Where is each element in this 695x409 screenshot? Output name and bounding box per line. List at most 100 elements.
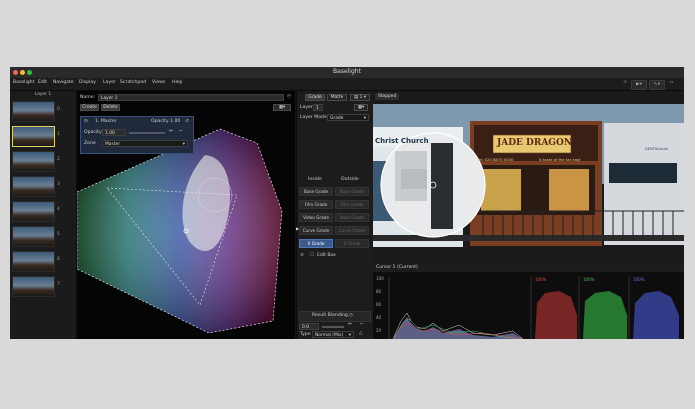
blend-type-value: Normal (Mix) bbox=[315, 333, 344, 338]
reset-icon[interactable]: ↺ bbox=[185, 119, 189, 124]
layer-count-dropdown[interactable]: ▤ 1 ▾ bbox=[350, 94, 370, 101]
inside-x-grade-button[interactable]: X Grade bbox=[299, 239, 333, 248]
clock-icon[interactable]: ◷ bbox=[287, 94, 291, 99]
zone-label: Zone bbox=[84, 141, 96, 146]
histogram-graphic bbox=[388, 277, 679, 339]
layer-number: 0 bbox=[57, 107, 60, 112]
tab-matte[interactable]: Matte bbox=[327, 94, 347, 101]
menu-navigate[interactable]: Navigate bbox=[53, 80, 74, 85]
menu-views[interactable]: Views bbox=[152, 80, 165, 85]
opacity-slider[interactable] bbox=[129, 132, 165, 134]
menu-help[interactable]: Help bbox=[172, 80, 182, 85]
layer-mode-dropdown[interactable]: Grade ▾ bbox=[327, 114, 369, 121]
outside-base-grade-button[interactable]: Base Grade bbox=[335, 187, 369, 196]
outside-header: Outside bbox=[341, 177, 359, 182]
layer-name-input[interactable]: Layer 1 bbox=[98, 94, 284, 101]
zone-value: Master bbox=[105, 142, 120, 147]
tab-grade[interactable]: Grade bbox=[305, 94, 325, 101]
inside-header: Inside bbox=[308, 177, 322, 182]
link-icon[interactable]: ⇔ bbox=[348, 322, 352, 327]
opacity-label: Opacity bbox=[84, 130, 102, 135]
playback-mode-dropdown[interactable]: ▶▾ bbox=[631, 80, 647, 90]
layer-number: 6 bbox=[57, 257, 60, 262]
chevron-down-icon: ▾ bbox=[348, 333, 351, 338]
blue-channel-label: 100% bbox=[633, 277, 645, 282]
curve-icon[interactable]: ⌐ bbox=[179, 129, 183, 134]
view-options-dropdown[interactable]: ▦▾ bbox=[273, 104, 291, 111]
outside-x-grade-button[interactable]: X Grade bbox=[335, 239, 369, 248]
layer-mode-value: Grade bbox=[330, 116, 344, 121]
menu-baselight[interactable]: Baselight bbox=[13, 80, 34, 85]
phone-text: Tel: 020 8870 0000 bbox=[477, 157, 514, 162]
layer-thumbnail[interactable] bbox=[12, 251, 55, 272]
type-label: Type bbox=[300, 332, 311, 337]
delete-button[interactable]: Delete bbox=[101, 104, 120, 111]
layer-thumbnail[interactable] bbox=[12, 201, 55, 222]
red-parade bbox=[535, 291, 577, 339]
histogram-panel: Cursor 1 (Current) 100 80 60 40 20 100% … bbox=[373, 263, 684, 339]
master-opacity-label: Opacity 1.00 bbox=[151, 119, 181, 124]
gamut-shading bbox=[77, 129, 282, 333]
layer-thumbnail[interactable] bbox=[12, 226, 55, 247]
grade-panel: Grade Matte ▤ 1 ▾ Layer 1 ▦▾ Layer Mode:… bbox=[296, 91, 374, 339]
layer-thumbnail[interactable] bbox=[12, 276, 55, 297]
outside-film-grade-button[interactable]: Film Grade bbox=[335, 200, 369, 209]
link-icon[interactable]: ⇔ bbox=[169, 129, 173, 134]
menu-bar: Baselight Edit Navigate Display Layer Sc… bbox=[10, 78, 684, 91]
layer-number: 1 bbox=[57, 132, 60, 137]
zone-dropdown[interactable]: Master ▾ bbox=[102, 140, 188, 147]
christ-church-sign: Christ Church bbox=[375, 137, 429, 145]
playback-status: Stopped bbox=[375, 93, 400, 100]
edit-box-label: Edit Box bbox=[317, 253, 336, 258]
layer-count-value: 1 bbox=[359, 95, 363, 100]
inside-base-grade-button[interactable]: Base Grade bbox=[299, 187, 333, 196]
jade-dragon-sign-text: JADE DRAGON bbox=[497, 138, 573, 148]
layer-number: 2 bbox=[57, 157, 60, 162]
layer-number: 3 bbox=[57, 182, 60, 187]
menu-edit[interactable]: Edit bbox=[38, 80, 47, 85]
triangle-icon[interactable]: △ bbox=[359, 331, 363, 336]
layer-thumbnail[interactable] bbox=[12, 151, 55, 172]
layer-label: Layer bbox=[300, 105, 313, 110]
baselight-window: Baselight Baselight Edit Navigate Displa… bbox=[10, 67, 684, 339]
histogram-fill bbox=[393, 317, 523, 339]
layer-thumbnail[interactable] bbox=[12, 101, 55, 122]
viewer-image bbox=[373, 91, 684, 266]
layer-thumbnail[interactable] bbox=[12, 176, 55, 197]
chevron-down-icon: ▾ bbox=[182, 142, 185, 147]
layer-number: 7 bbox=[57, 282, 60, 287]
layer-thumbnail-selected[interactable] bbox=[12, 126, 55, 147]
inside-film-grade-button[interactable]: Film Grade bbox=[299, 200, 333, 209]
panel-toggle-icon[interactable]: ▭ bbox=[669, 80, 673, 85]
stack-icon: ▤ bbox=[354, 95, 359, 100]
menu-layer[interactable]: Layer bbox=[103, 80, 116, 85]
blend-type-dropdown[interactable]: Normal (Mix) ▾ bbox=[312, 331, 354, 338]
chevron-down-icon: ▾ bbox=[363, 116, 366, 121]
dentalbook-sign: DENTALbook bbox=[645, 147, 668, 151]
cursor-mode-dropdown[interactable]: ↖▾ bbox=[649, 80, 665, 90]
layer-number-input[interactable]: 1 bbox=[313, 104, 323, 111]
master-label: 1. Master bbox=[95, 119, 117, 124]
menu-scratchpad[interactable]: Scratchpad bbox=[120, 80, 146, 85]
curve-icon[interactable]: ⌐ bbox=[360, 322, 364, 327]
create-button[interactable]: Create bbox=[80, 104, 99, 111]
red-channel-label: 100% bbox=[535, 277, 547, 282]
checkbox-icon[interactable]: ☐ bbox=[310, 253, 314, 258]
outside-base-grade-button-2[interactable]: Base Grade bbox=[335, 213, 369, 222]
result-blending-header: Result Blending ◷ bbox=[299, 311, 371, 322]
layer-layout-dropdown[interactable]: ▦▾ bbox=[354, 104, 368, 111]
inside-video-grade-button[interactable]: Video Grade bbox=[299, 213, 333, 222]
no-entry-icon[interactable]: ⊘ bbox=[300, 253, 304, 258]
tagline-text: A taste of the far east bbox=[539, 157, 581, 162]
layers-panel-title: Layer 1 bbox=[34, 92, 52, 97]
layer-number: 5 bbox=[57, 232, 60, 237]
image-viewer[interactable]: Stopped Christ Church JADE DRAGON Tel: 0… bbox=[373, 91, 684, 266]
opacity-input[interactable]: 1.00 bbox=[102, 129, 126, 136]
inside-curve-grade-button[interactable]: Curve Grade bbox=[299, 226, 333, 235]
blend-slider[interactable] bbox=[322, 326, 344, 328]
menu-display[interactable]: Display bbox=[79, 80, 96, 85]
blend-value-input[interactable]: 0.0 bbox=[299, 323, 319, 330]
clock-icon[interactable]: ◷ bbox=[349, 313, 353, 318]
blue-parade bbox=[633, 291, 679, 339]
outside-curve-grade-button[interactable]: Curve Grade bbox=[335, 226, 369, 235]
